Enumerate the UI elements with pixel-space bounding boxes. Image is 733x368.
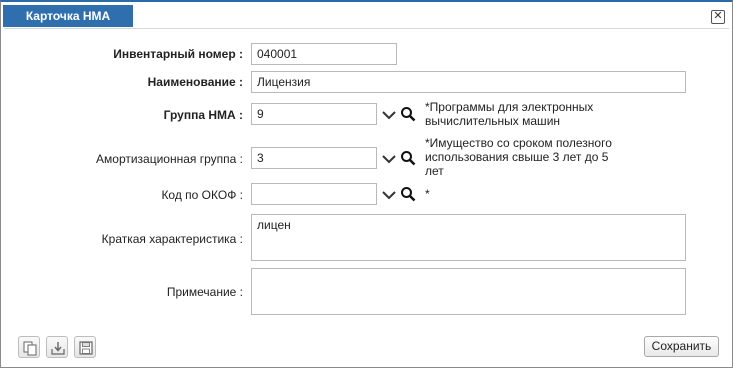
form-area: Инвентарный номер : Наименование : Групп… — [4, 28, 729, 365]
okof-code-chevron-down-icon[interactable] — [381, 187, 397, 203]
okof-code-input[interactable] — [251, 183, 377, 205]
nma-group-input[interactable] — [251, 103, 377, 125]
close-icon: ✕ — [713, 10, 723, 22]
name-input[interactable] — [251, 71, 686, 93]
save-disk-icon — [79, 341, 93, 355]
save-button[interactable]: Сохранить — [644, 336, 719, 357]
okof-code-search-icon[interactable] — [400, 186, 416, 202]
inventory-number-input[interactable] — [251, 43, 397, 65]
nma-group-search-icon[interactable] — [400, 106, 416, 122]
amortization-group-hint: *Имущество со сроком полезного использов… — [425, 136, 612, 178]
amortization-group-label: Амортизационная группа : — [96, 152, 243, 166]
nma-group-chevron-down-icon[interactable] — [381, 107, 397, 123]
copy-button[interactable] — [18, 336, 40, 358]
short-description-label: Краткая характеристика : — [101, 232, 243, 246]
nma-group-label: Группа НМА : — [163, 108, 243, 122]
amortization-group-input[interactable] — [251, 147, 377, 169]
close-button[interactable]: ✕ — [711, 10, 725, 24]
amortization-group-search-icon[interactable] — [400, 150, 416, 166]
amortization-group-chevron-down-icon[interactable] — [381, 151, 397, 167]
nma-group-hint: *Программы для электронных вычислительны… — [425, 100, 594, 128]
note-textarea[interactable] — [251, 268, 686, 315]
copy-icon — [23, 341, 37, 356]
dialog-title-tab: Карточка НМА — [3, 5, 133, 27]
okof-code-hint: * — [425, 187, 430, 201]
note-label: Примечание : — [166, 285, 243, 299]
name-label: Наименование : — [147, 75, 243, 89]
save-disk-button[interactable] — [74, 336, 96, 358]
import-icon — [51, 342, 65, 355]
import-button[interactable] — [46, 336, 68, 358]
nma-card-dialog: Карточка НМА ✕ Инвентарный номер : Наиме… — [0, 0, 733, 368]
okof-code-label: Код по ОКОФ : — [161, 188, 243, 202]
inventory-number-label: Инвентарный номер : — [113, 47, 243, 61]
short-description-textarea[interactable]: лицен — [251, 214, 686, 261]
